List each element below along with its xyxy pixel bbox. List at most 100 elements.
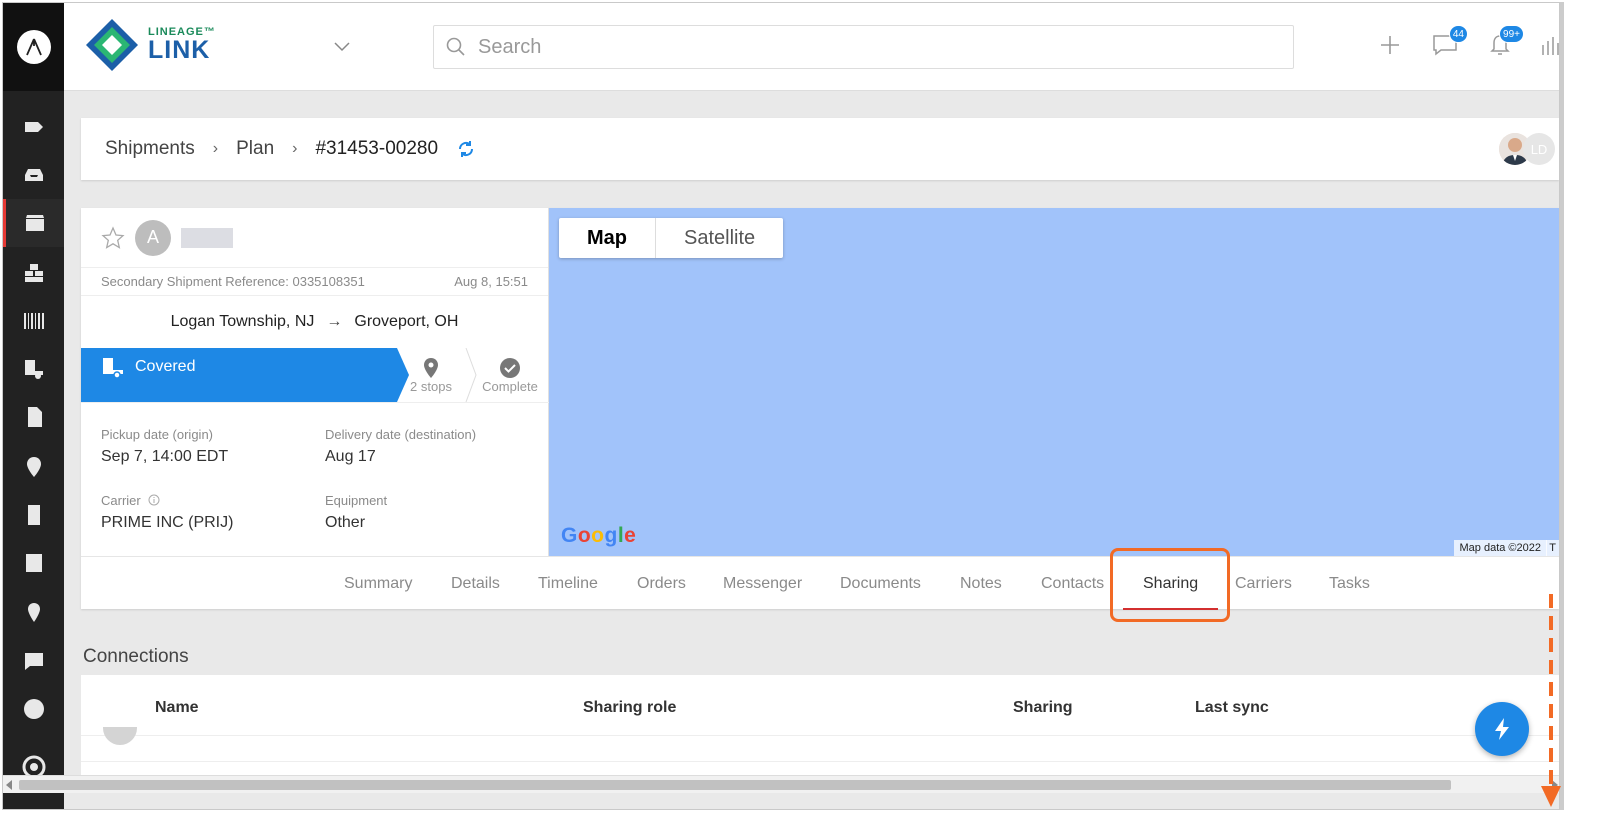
status-covered[interactable]: Covered	[81, 348, 409, 402]
secondary-reference: Secondary Shipment Reference: 0335108351	[101, 274, 365, 289]
search-icon	[446, 37, 465, 56]
rail-home[interactable]	[3, 3, 64, 91]
origin-city: Logan Township, NJ	[170, 313, 315, 330]
search-box[interactable]	[433, 25, 1294, 69]
messages-badge: 44	[1448, 25, 1468, 43]
rail-map-pin-icon[interactable]	[3, 443, 64, 491]
pickup-date-value: Sep 7, 14:00 EDT	[101, 448, 229, 465]
tab-contacts[interactable]: Contacts	[1041, 557, 1104, 610]
tab-documents[interactable]: Documents	[840, 557, 921, 610]
equipment-value: Other	[325, 514, 366, 531]
tab-notes[interactable]: Notes	[960, 557, 1002, 610]
delivery-date-label: Delivery date (destination)	[325, 427, 477, 442]
complete-check-icon	[500, 357, 520, 378]
search-input[interactable]	[478, 35, 1238, 59]
shipment-details-grid: Pickup date (origin) Sep 7, 14:00 EDT De…	[81, 402, 549, 556]
tab-messenger[interactable]: Messenger	[723, 557, 802, 610]
quick-action-button[interactable]	[1475, 702, 1529, 756]
breadcrumb-chevron-icon: ›	[292, 140, 298, 157]
status-progress: Covered 2 stops Complete	[81, 348, 548, 402]
rail-location-icon[interactable]	[3, 589, 64, 637]
rail-warehouse-icon[interactable]	[3, 249, 64, 297]
brand-big-text: LINK	[148, 36, 211, 64]
tab-tasks[interactable]: Tasks	[1329, 557, 1370, 610]
left-nav-rail	[3, 3, 64, 809]
stops-pin-icon	[424, 357, 438, 378]
tab-details[interactable]: Details	[451, 557, 500, 610]
map-toggle-map[interactable]: Map	[559, 218, 656, 258]
messages-icon[interactable]: 44	[1432, 25, 1468, 61]
breadcrumb: Shipments › Plan › #31453-00280 LD	[81, 118, 1559, 180]
rail-shipments-icon[interactable]	[3, 199, 64, 247]
connections-table: Name Sharing role Sharing Last sync	[81, 675, 1559, 785]
scroll-left-arrow-icon[interactable]	[6, 780, 12, 790]
map-terms-link[interactable]: T	[1546, 540, 1559, 556]
scroll-down-annotation-arrow-icon	[1541, 594, 1561, 807]
status-label: Covered	[135, 358, 196, 375]
map-attribution[interactable]: Map data ©2022	[1453, 540, 1547, 556]
breadcrumb-shipments[interactable]: Shipments	[105, 138, 195, 160]
col-sharing-role[interactable]: Sharing role	[583, 699, 676, 717]
favorite-star-icon[interactable]	[101, 225, 125, 250]
complete-label: Complete	[482, 378, 538, 394]
col-sharing[interactable]: Sharing	[1013, 699, 1073, 717]
info-icon[interactable]	[148, 494, 160, 506]
rail-truck-icon[interactable]	[3, 345, 64, 393]
redacted-name	[181, 227, 233, 248]
tab-timeline[interactable]: Timeline	[538, 557, 598, 610]
add-icon[interactable]	[1378, 33, 1406, 61]
brand-diamond-icon	[86, 19, 138, 71]
pickup-date-label: Pickup date (origin)	[101, 427, 213, 442]
refresh-sync-icon[interactable]	[456, 139, 476, 159]
rail-document-icon[interactable]	[3, 393, 64, 441]
rail-check-icon[interactable]	[3, 685, 64, 733]
tab-orders[interactable]: Orders	[637, 557, 686, 610]
carrier-label-row: Carrier	[101, 493, 233, 508]
shipment-tabs: Summary Details Timeline Orders Messenge…	[81, 556, 1559, 610]
col-name[interactable]: Name	[155, 699, 199, 717]
rail-tag-icon[interactable]	[3, 103, 64, 151]
truck-status-icon	[103, 358, 123, 379]
header-divider	[81, 735, 1559, 736]
col-last-sync[interactable]: Last sync	[1195, 699, 1269, 717]
shipment-header-row: A	[81, 208, 548, 268]
connections-title: Connections	[83, 646, 189, 667]
user-initials-avatar[interactable]: LD	[1523, 133, 1555, 165]
scrollbar-thumb[interactable]	[19, 780, 1451, 790]
stops-step[interactable]: 2 stops	[401, 348, 461, 402]
tab-summary[interactable]: Summary	[344, 557, 412, 610]
breadcrumb-plan[interactable]: Plan	[236, 138, 274, 160]
notifications-bell-icon[interactable]: 99+	[1488, 25, 1524, 61]
map-toggle-satellite[interactable]: Satellite	[656, 218, 783, 258]
carrier-label: Carrier	[101, 493, 141, 508]
app-logo-icon[interactable]	[16, 30, 51, 64]
map-type-toggle: Map Satellite	[559, 218, 784, 258]
notifications-badge: 99+	[1499, 25, 1524, 43]
complete-step[interactable]: Complete	[479, 348, 541, 402]
carrier: Carrier PRIME INC (PRIJ)	[101, 493, 233, 532]
brand-logo[interactable]: LINEAGE™ LINK	[82, 15, 216, 75]
route-arrow-icon: →	[326, 313, 343, 330]
shipment-card: A Secondary Shipment Reference: 03351083…	[81, 208, 1559, 610]
rail-chat-icon[interactable]	[3, 637, 64, 685]
breadcrumb-chevron-icon: ›	[212, 140, 219, 157]
brand-chevron-down-icon[interactable]	[334, 39, 350, 57]
tab-carriers[interactable]: Carriers	[1235, 557, 1292, 610]
equipment: Equipment Other	[325, 493, 387, 532]
app-frame: LINEAGE™ LINK 44 99+ Shipments › Plan	[2, 2, 1560, 810]
reference-row: Secondary Shipment Reference: 0335108351…	[81, 268, 548, 296]
rail-inbox-icon[interactable]	[3, 151, 64, 199]
rail-contacts-icon[interactable]	[3, 539, 64, 587]
google-logo: Google	[561, 524, 637, 547]
carrier-value: PRIME INC (PRIJ)	[101, 514, 234, 531]
destination-city: Groveport, OH	[354, 313, 459, 330]
horizontal-scrollbar[interactable]	[3, 775, 1559, 793]
rail-barcode-icon[interactable]	[3, 297, 64, 345]
shipment-summary-panel: A Secondary Shipment Reference: 03351083…	[81, 208, 549, 556]
owner-avatar: A	[135, 219, 171, 256]
rail-building-icon[interactable]	[3, 491, 64, 539]
route-map[interactable]: Map Satellite Google Map data ©2022 T	[549, 208, 1559, 556]
lightning-bolt-icon	[1495, 718, 1509, 740]
analytics-chart-icon[interactable]	[1540, 33, 1559, 61]
route: Logan Township, NJ → Groveport, OH	[81, 296, 548, 348]
